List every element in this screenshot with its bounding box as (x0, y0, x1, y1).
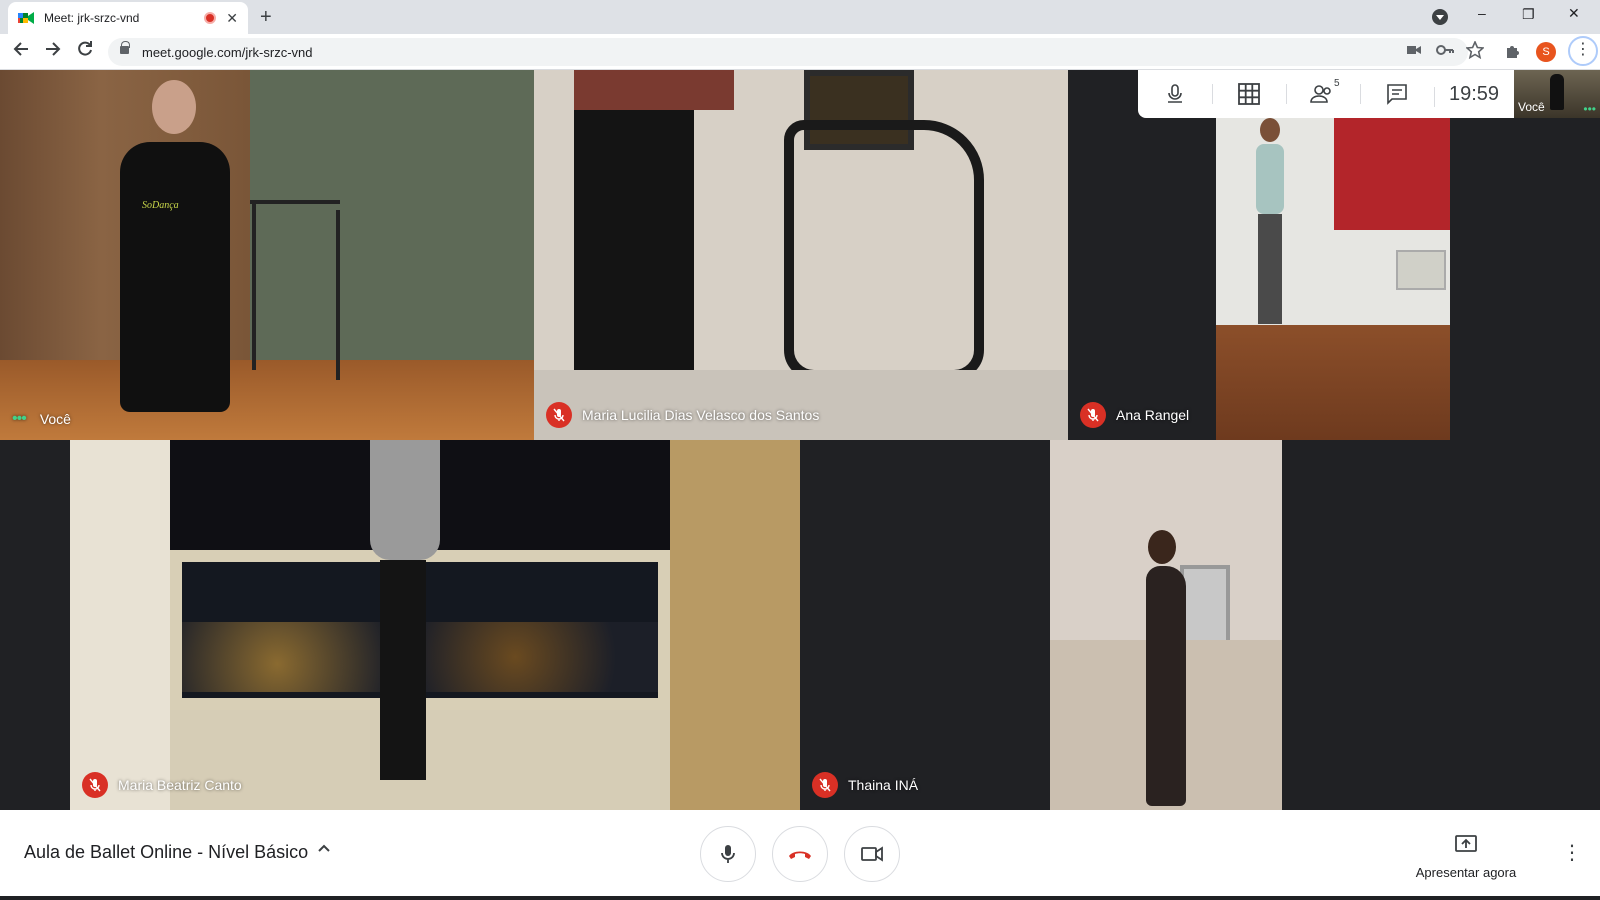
present-now-label: Apresentar agora (1415, 865, 1517, 880)
chat-icon (1387, 84, 1407, 105)
present-now-button[interactable]: Apresentar agora (1410, 834, 1522, 880)
new-tab-button[interactable]: + (260, 6, 272, 29)
back-arrow-icon[interactable] (12, 40, 30, 63)
microphone-button[interactable] (700, 826, 756, 882)
tile-label-self: ••• Você (12, 410, 71, 428)
tile-label-maria-lucilia: Maria Lucilia Dias Velasco dos Santos (546, 402, 819, 428)
red-shirt (574, 70, 734, 110)
browser-tabstrip: Meet: jrk-srzc-vnd ✕ + – ❐ ✕ (0, 0, 1600, 34)
reload-icon[interactable] (76, 40, 94, 63)
parquet-floor (1216, 325, 1450, 440)
participant-name: Maria Lucilia Dias Velasco dos Santos (582, 407, 820, 423)
microphone-icon (721, 845, 735, 863)
participant-tile-thaina[interactable]: Thaina INÁ (800, 440, 1530, 810)
browser-tab-meet[interactable]: Meet: jrk-srzc-vnd ✕ (8, 2, 248, 34)
present-screen-icon (1455, 835, 1477, 852)
participant-tile-self[interactable]: SoDança ••• Você (0, 70, 534, 440)
participant-name: Maria Beatriz Canto (118, 777, 242, 793)
self-view-label: Você (1518, 100, 1545, 114)
meeting-title[interactable]: Aula de Ballet Online - Nível Básico (24, 842, 308, 863)
profile-avatar[interactable]: S (1536, 42, 1556, 62)
ballet-barre (250, 200, 340, 204)
lock-icon[interactable] (120, 41, 130, 54)
captions-button[interactable] (1138, 70, 1212, 118)
meet-top-bar: 5 19:59 (1138, 70, 1514, 118)
self-speaking-icon: ••• (1583, 102, 1596, 116)
meeting-grid: SoDança ••• Você Maria Lucilia Dias Vela… (0, 70, 1600, 810)
extensions-puzzle-icon[interactable] (1504, 42, 1522, 65)
video-camera-icon (861, 846, 883, 862)
participants-button[interactable]: 5 (1286, 70, 1360, 118)
meeting-clock: 19:59 (1434, 83, 1514, 107)
tile-label-thaina: Thaina INÁ (812, 772, 918, 798)
student-figure (1246, 118, 1296, 338)
restore-button[interactable]: ❐ (1522, 6, 1535, 23)
mic-off-icon (812, 772, 838, 798)
student-figure (360, 440, 450, 800)
tile-label-maria-beatriz: Maria Beatriz Canto (82, 772, 242, 798)
participant-tile-ana-rangel[interactable]: Ana Rangel (1068, 70, 1600, 440)
stroller-shape (784, 120, 984, 380)
bookmark-star-icon[interactable] (1465, 39, 1485, 62)
taskbar-edge (0, 896, 1600, 900)
mic-off-icon (546, 402, 572, 428)
video-feed (1216, 70, 1450, 440)
teacher-figure: SoDança (110, 80, 240, 412)
camera-in-use-icon[interactable] (1406, 43, 1422, 60)
participant-tile-maria-beatriz[interactable]: Maria Beatriz Canto (70, 440, 800, 810)
mic-off-icon (82, 772, 108, 798)
tab-title: Meet: jrk-srzc-vnd (44, 11, 140, 25)
camera-button[interactable] (844, 826, 900, 882)
key-icon[interactable] (1436, 43, 1454, 60)
participant-name: Você (39, 411, 71, 427)
minimize-button[interactable]: – (1478, 5, 1486, 21)
speaking-indicator-icon: ••• (12, 410, 27, 427)
browser-menu-icon[interactable]: ⋮ (1568, 36, 1598, 66)
tile-label-ana-rangel: Ana Rangel (1080, 402, 1189, 428)
shirt-logo: SoDança (142, 200, 179, 211)
participant-name: Ana Rangel (1116, 407, 1190, 423)
address-bar[interactable]: meet.google.com/jrk-srzc-vnd (108, 38, 1485, 66)
more-options-icon[interactable]: ⋮ (1562, 840, 1582, 865)
participants-count: 5 (1334, 78, 1340, 89)
people-icon (1310, 85, 1331, 103)
captions-icon (1168, 84, 1182, 103)
tab-close-icon[interactable]: ✕ (226, 10, 238, 27)
recording-indicator-icon (204, 12, 217, 24)
chevron-up-icon[interactable] (316, 840, 332, 861)
video-feed (1050, 440, 1282, 810)
side-wall (670, 440, 800, 810)
close-window-button[interactable]: ✕ (1568, 5, 1580, 22)
browser-toolbar: meet.google.com/jrk-srzc-vnd S ⋮ (0, 34, 1600, 70)
window-frame (1334, 110, 1450, 230)
layout-grid-button[interactable] (1212, 70, 1286, 118)
wood-floor (0, 360, 534, 440)
mic-off-icon (1080, 402, 1106, 428)
hang-up-icon (789, 851, 811, 859)
forward-arrow-icon[interactable] (44, 40, 62, 63)
brick-wall (70, 440, 170, 810)
student-figure (1140, 530, 1210, 810)
self-view-thumbnail[interactable]: Você ••• (1514, 70, 1600, 118)
leave-call-button[interactable] (772, 826, 828, 882)
chat-button[interactable] (1360, 70, 1434, 118)
tab-search-icon[interactable] (1432, 9, 1448, 25)
participant-tile-maria-lucilia[interactable]: Maria Lucilia Dias Velasco dos Santos (534, 70, 1068, 440)
meeting-controls-bar: Aula de Ballet Online - Nível Básico Apr… (0, 810, 1600, 896)
air-conditioner (1396, 250, 1446, 290)
participant-name: Thaina INÁ (848, 777, 919, 793)
grid-icon (1238, 83, 1260, 105)
google-meet-favicon-icon (18, 11, 34, 25)
url-text[interactable]: meet.google.com/jrk-srzc-vnd (142, 45, 313, 60)
